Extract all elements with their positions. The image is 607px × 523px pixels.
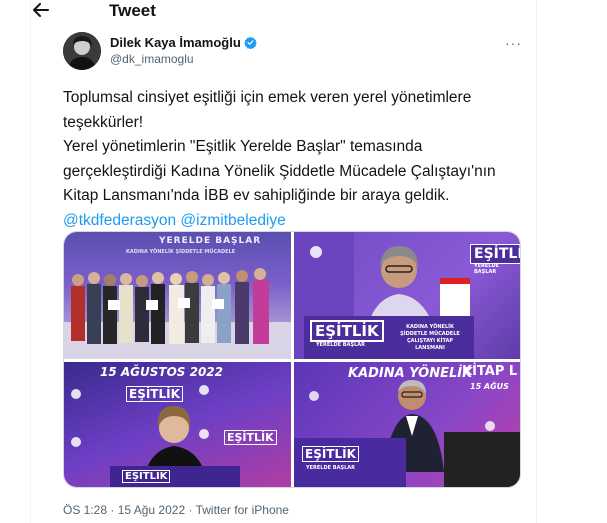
author-name-text: Dilek Kaya İmamoğlu <box>110 35 241 50</box>
tweet-text-body: Yerel yönetimlerin "Eşitlik Yerelde Başl… <box>63 138 496 204</box>
arrow-left-icon <box>33 3 49 17</box>
tweet-text-line2: Yerel yönetimlerin "Eşitlik Yerelde Başl… <box>63 135 523 233</box>
back-button[interactable] <box>32 0 50 20</box>
photo-podium-logo: EŞİTLİK <box>302 446 359 462</box>
photo-1[interactable]: YERELDE BAŞLAR KADINA YÖNELİK ŞİDDETLE M… <box>64 232 291 359</box>
photo-podium-logo: EŞİTLİK <box>310 320 384 342</box>
column-border-left <box>30 0 31 523</box>
tweet-source[interactable]: Twitter for iPhone <box>196 503 289 517</box>
photo-podium-logo-sub: YERELDE BAŞLAR <box>306 465 355 471</box>
speaker-photo-graphic <box>71 385 240 487</box>
photo-logo: EŞİTLİK <box>470 244 520 264</box>
tweet-text-line1: Toplumsal cinsiyet eşitliği için emek ve… <box>63 89 472 131</box>
tweet-date[interactable]: 15 Ağu 2022 <box>118 503 185 517</box>
separator: · <box>188 503 193 517</box>
mention-link[interactable]: @izmitbelediye <box>180 212 285 229</box>
photo-podium-text: KADINA YÖNELİK ŞİDDETLE MÜCADELE ÇALIŞTA… <box>400 324 460 351</box>
mention-link[interactable]: @tkdfederasyon <box>63 212 176 229</box>
tweet-text: Toplumsal cinsiyet eşitliği için emek ve… <box>63 86 523 233</box>
separator: · <box>110 503 115 517</box>
photo-4[interactable]: KADINA YÖNELİK KİTAP L 15 AĞUS EŞİTLİK Y… <box>294 362 520 487</box>
column-border-right <box>536 0 537 523</box>
photo-podium-logo-sub: YERELDE BAŞLAR <box>316 342 365 348</box>
author-handle[interactable]: @dk_imamoglu <box>110 52 194 66</box>
author-name[interactable]: Dilek Kaya İmamoğlu <box>110 35 257 50</box>
photo-logo: EŞİTLİK <box>224 430 277 445</box>
photo-banner: YERELDE BAŞLAR <box>159 236 262 246</box>
photo-2[interactable]: EŞİTLİK YERELDE BAŞLAR EŞİTLİK YERELDE B… <box>294 232 520 359</box>
page-title: Tweet <box>109 1 156 20</box>
verified-badge-icon <box>243 36 257 49</box>
photo-logo: EŞİTLİK <box>126 386 183 402</box>
tweet-time[interactable]: ÖS 1:28 <box>63 503 107 517</box>
media-grid: YERELDE BAŞLAR KADINA YÖNELİK ŞİDDETLE M… <box>63 231 521 488</box>
photo-logo-sub: YERELDE BAŞLAR <box>474 263 500 275</box>
photo-podium-logo: EŞİTLİK <box>122 470 171 483</box>
photo-3[interactable]: 15 AĞUSTOS 2022 EŞİTLİK EŞİTLİK EŞİTLİK <box>64 362 291 487</box>
avatar[interactable] <box>63 32 101 70</box>
more-options-icon[interactable]: ··· <box>505 35 522 51</box>
group-photo-graphic <box>64 268 291 359</box>
tweet-timestamp: ÖS 1:28 · 15 Ağu 2022 · Twitter for iPho… <box>63 503 289 517</box>
